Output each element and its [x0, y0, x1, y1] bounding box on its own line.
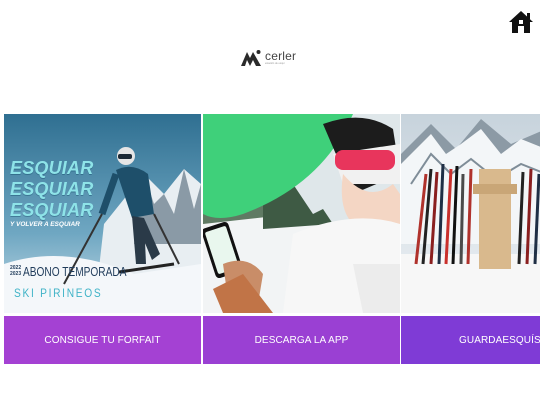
cerler-logo[interactable]: cerler estación de esquí	[240, 49, 296, 67]
card-guardaesquis[interactable]: GUARDAESQUÍS	[401, 114, 540, 364]
forfait-promo-image: ESQUIAR ESQUIAR ESQUIAR Y VOLVER A ESQUI…	[4, 114, 201, 313]
cards-carousel: ESQUIAR ESQUIAR ESQUIAR Y VOLVER A ESQUI…	[4, 114, 540, 364]
promo-brand: SKI PIRINEOS	[14, 286, 103, 300]
card-app[interactable]: DESCARGA LA APP	[203, 114, 400, 364]
promo-abono-block: 2022 2023 ABONO TEMPORADA	[10, 264, 156, 279]
app-promo-image	[203, 114, 400, 313]
promo-subline: Y VOLVER A ESQUIAR	[10, 221, 80, 228]
promo-years: 2022 2023	[10, 265, 22, 277]
cerler-mountain-icon	[241, 50, 261, 66]
home-icon[interactable]	[507, 8, 535, 36]
promo-headline-3: ESQUIAR	[10, 200, 94, 220]
home-button[interactable]	[507, 8, 535, 36]
card-forfait[interactable]: ESQUIAR ESQUIAR ESQUIAR Y VOLVER A ESQUI…	[4, 114, 201, 364]
page: cerler estación de esquí ESQUIAR ESQUIAR…	[0, 0, 540, 405]
promo-headline: ESQUIAR ESQUIAR ESQUIAR Y VOLVER A ESQUI…	[10, 158, 93, 228]
guardaesquis-button[interactable]: GUARDAESQUÍS	[401, 316, 540, 364]
promo-abono: ABONO TEMPORADA	[23, 264, 127, 279]
app-button[interactable]: DESCARGA LA APP	[203, 316, 400, 364]
forfait-button[interactable]: CONSIGUE TU FORFAIT	[4, 316, 201, 364]
promo-year-2: 2023	[10, 270, 22, 277]
logo-wordmark: cerler	[265, 49, 297, 64]
logo-tagline: estación de esquí	[265, 62, 285, 66]
guardaesquis-image	[401, 114, 540, 313]
promo-headline-2: ESQUIAR	[10, 179, 94, 199]
promo-headline-1: ESQUIAR	[10, 158, 94, 178]
